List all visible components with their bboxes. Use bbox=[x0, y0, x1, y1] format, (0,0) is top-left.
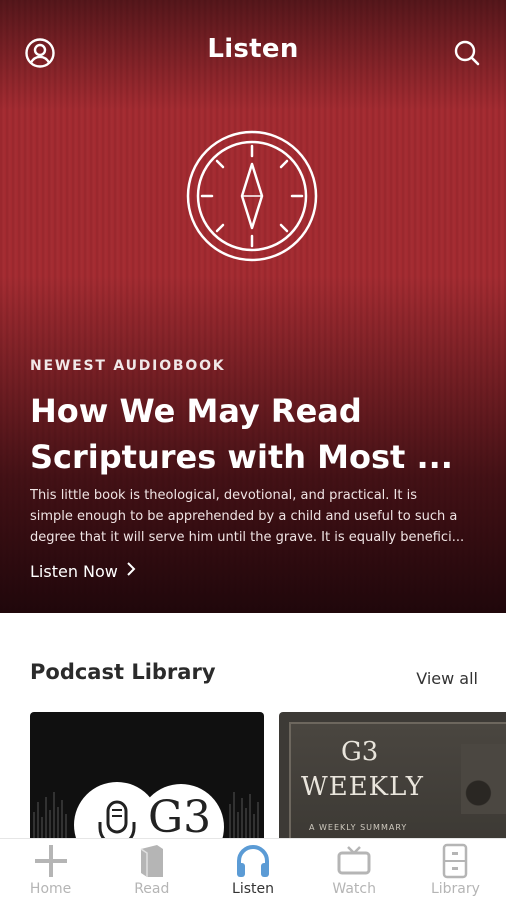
hero-banner[interactable]: Listen NEWEST AUDIOBOOK How We May Read … bbox=[0, 0, 506, 613]
nav-label: Listen bbox=[232, 881, 274, 897]
hero-title-line: How We May Read bbox=[30, 392, 362, 430]
hero-description-line: degree that it will serve him until the … bbox=[30, 530, 465, 545]
podcast-card[interactable]: G3 WEEKLY A WEEKLY SUMMARY bbox=[279, 712, 506, 842]
g3-weekly-title-line: WEEKLY bbox=[301, 772, 424, 802]
typewriter-image bbox=[461, 744, 506, 814]
nav-item-library[interactable]: Library bbox=[405, 839, 506, 901]
listen-now-label: Listen Now bbox=[30, 561, 118, 581]
nav-item-read[interactable]: Read bbox=[101, 839, 202, 901]
g3-logo-text: G3 bbox=[148, 792, 211, 842]
nav-item-watch[interactable]: Watch bbox=[304, 839, 405, 901]
top-app-bar: Listen bbox=[0, 0, 506, 104]
plus-icon bbox=[33, 841, 69, 881]
book-icon bbox=[137, 841, 167, 881]
tv-icon bbox=[336, 841, 372, 881]
listen-now-button[interactable]: Listen Now bbox=[30, 561, 136, 581]
search-icon[interactable] bbox=[450, 36, 484, 70]
chevron-right-icon bbox=[126, 561, 136, 581]
filing-cabinet-icon bbox=[441, 841, 469, 881]
hero-title[interactable]: How We May Read Scriptures with Most ... bbox=[30, 388, 490, 480]
bottom-navigation: Home Read Listen Watch Library bbox=[0, 838, 506, 901]
hero-description: This little book is theological, devotio… bbox=[30, 485, 490, 548]
nav-label: Read bbox=[134, 881, 170, 897]
nav-item-listen[interactable]: Listen bbox=[202, 839, 303, 901]
g3-weekly-subtitle: A WEEKLY SUMMARY bbox=[309, 823, 408, 832]
podcast-card[interactable]: G3 bbox=[30, 712, 264, 842]
nav-item-home[interactable]: Home bbox=[0, 839, 101, 901]
headphones-icon bbox=[234, 841, 272, 881]
nav-label: Home bbox=[29, 881, 72, 897]
g3-weekly-title-line: G3 bbox=[341, 737, 379, 767]
g3-logo-label: G3 bbox=[148, 792, 212, 842]
section-title-podcast-library: Podcast Library bbox=[30, 660, 216, 684]
hero-description-line: This little book is theological, devotio… bbox=[30, 488, 417, 503]
hero-eyebrow: NEWEST AUDIOBOOK bbox=[30, 358, 226, 374]
page-title: Listen bbox=[207, 34, 299, 64]
hero-description-line: simple enough to be apprehended by a chi… bbox=[30, 509, 458, 524]
hero-title-line: Scriptures with Most ... bbox=[30, 438, 453, 476]
nav-label: Library bbox=[430, 881, 480, 897]
view-all-link[interactable]: View all bbox=[416, 669, 478, 688]
compass-icon bbox=[185, 129, 319, 263]
nav-label: Watch bbox=[332, 881, 376, 897]
